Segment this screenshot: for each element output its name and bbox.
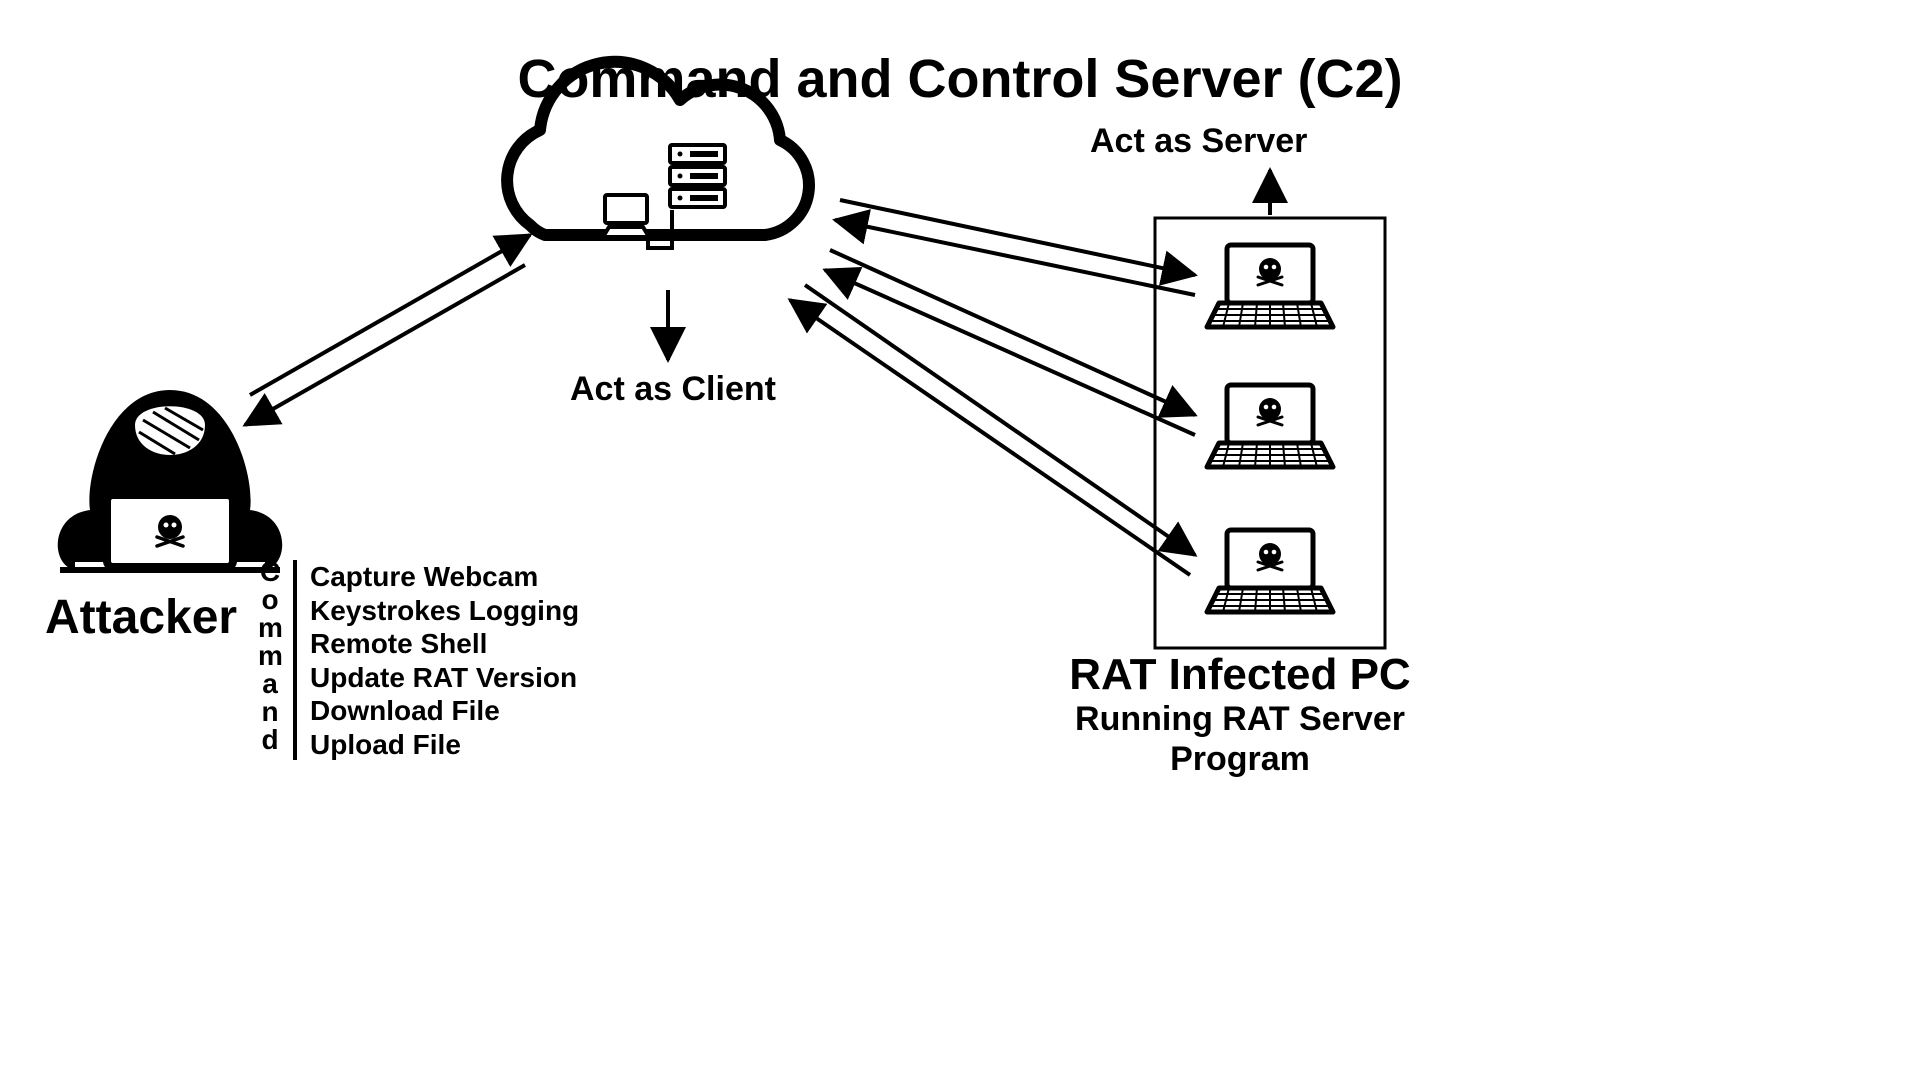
- command-item: Remote Shell: [310, 627, 579, 661]
- infected-laptop-icon: [1207, 245, 1333, 327]
- infected-laptop-icon: [1207, 385, 1333, 467]
- attacker-label: Attacker: [45, 590, 237, 645]
- server-rack-icon: [670, 145, 725, 207]
- command-list: Capture Webcam Keystrokes Logging Remote…: [310, 560, 579, 762]
- command-item: Download File: [310, 694, 579, 728]
- arrow-c2-to-attacker: [245, 265, 525, 425]
- arrow-pc3-to-c2: [790, 300, 1190, 575]
- client-pc-icon: [603, 195, 649, 237]
- command-item: Upload File: [310, 728, 579, 762]
- command-item: Update RAT Version: [310, 661, 579, 695]
- command-vertical: C o m m a n d: [258, 558, 282, 754]
- attacker-icon: [58, 386, 282, 570]
- arrow-pc2-to-c2: [825, 270, 1195, 435]
- infected-laptop-icon: [1207, 530, 1333, 612]
- command-item: Keystrokes Logging: [310, 594, 579, 628]
- infected-title: RAT Infected PC: [1020, 650, 1460, 700]
- arrow-attacker-to-c2: [250, 235, 530, 395]
- diagram-canvas: [0, 0, 1920, 1080]
- diagram-title: Command and Control Server (C2): [0, 48, 1920, 110]
- arrow-c2-to-pc1: [840, 200, 1195, 275]
- infected-sub2: Program: [1020, 740, 1460, 779]
- act-as-client-label: Act as Client: [570, 370, 776, 409]
- act-as-server-label: Act as Server: [1090, 122, 1307, 161]
- infected-sub1: Running RAT Server: [1020, 700, 1460, 739]
- arrow-pc1-to-c2: [835, 220, 1195, 295]
- arrow-c2-to-pc2: [830, 250, 1195, 415]
- command-item: Capture Webcam: [310, 560, 579, 594]
